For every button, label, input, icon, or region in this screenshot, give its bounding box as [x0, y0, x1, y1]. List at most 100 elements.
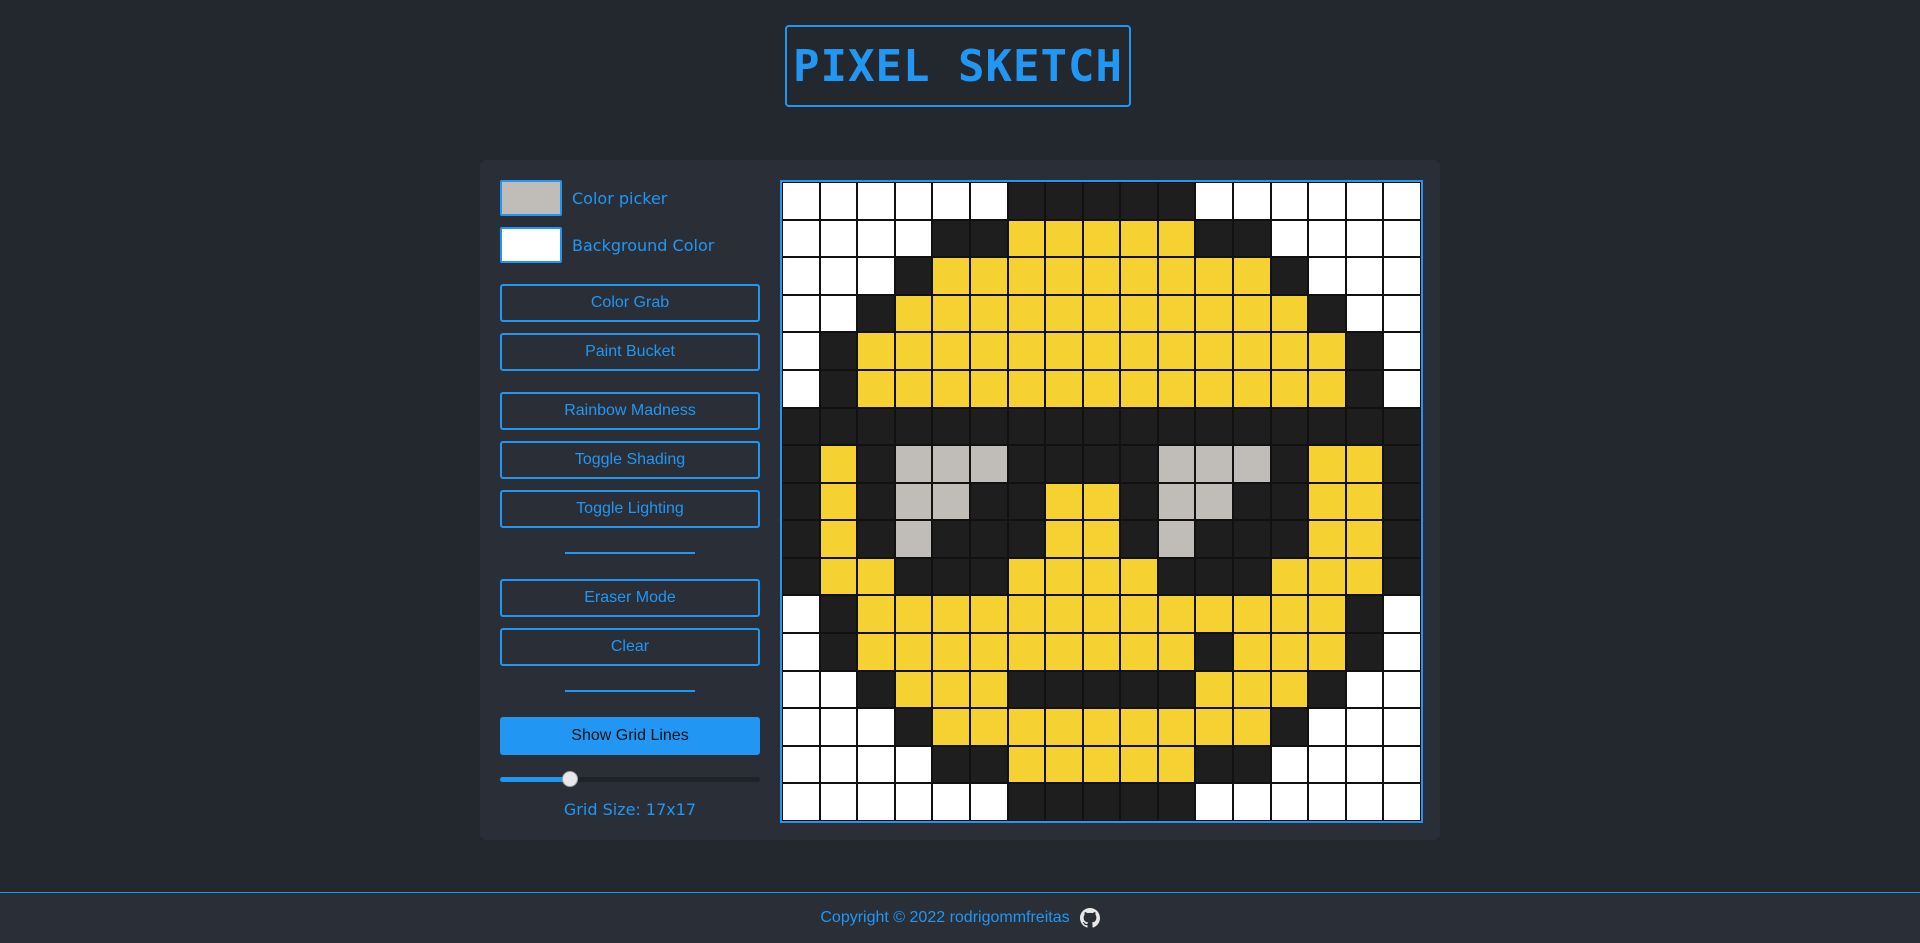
eraser-mode-button[interactable]: Eraser Mode: [500, 579, 760, 617]
grid-cell[interactable]: [1045, 294, 1083, 333]
grid-cell[interactable]: [1007, 595, 1046, 634]
grid-cell[interactable]: [1007, 670, 1046, 709]
toggle-lighting-button[interactable]: Toggle Lighting: [500, 490, 760, 528]
color-grab-button[interactable]: Color Grab: [500, 284, 760, 322]
grid-cell[interactable]: [782, 257, 820, 295]
grid-cell[interactable]: [1345, 219, 1384, 258]
grid-cell[interactable]: [857, 332, 895, 370]
grid-cell[interactable]: [969, 407, 1008, 446]
grid-cell[interactable]: [1007, 294, 1046, 333]
grid-cell[interactable]: [782, 520, 820, 558]
rainbow-madness-button[interactable]: Rainbow Madness: [500, 392, 760, 430]
grid-cell[interactable]: [819, 708, 858, 746]
grid-cell[interactable]: [1082, 633, 1121, 671]
grid-cell[interactable]: [1045, 219, 1083, 258]
grid-cell[interactable]: [969, 745, 1008, 784]
grid-cell[interactable]: [819, 595, 858, 634]
grid-cell[interactable]: [857, 257, 895, 295]
grid-cell[interactable]: [894, 520, 933, 558]
grid-cell[interactable]: [1383, 670, 1421, 709]
grid-cell[interactable]: [782, 369, 820, 408]
grid-cell[interactable]: [932, 745, 970, 784]
grid-cell[interactable]: [894, 445, 933, 483]
grid-cell[interactable]: [894, 595, 933, 634]
grid-cell[interactable]: [1308, 294, 1346, 333]
grid-cell[interactable]: [1308, 783, 1346, 821]
grid-cell[interactable]: [894, 745, 933, 784]
grid-cell[interactable]: [1383, 369, 1421, 408]
grid-cell[interactable]: [1383, 219, 1421, 258]
grid-cell[interactable]: [857, 783, 895, 821]
grid-cell[interactable]: [1120, 257, 1158, 295]
grid-cell[interactable]: [1308, 520, 1346, 558]
grid-cell[interactable]: [932, 182, 970, 220]
grid-cell[interactable]: [1345, 257, 1384, 295]
grid-cell[interactable]: [857, 520, 895, 558]
grid-cell[interactable]: [1308, 257, 1346, 295]
grid-cell[interactable]: [1383, 708, 1421, 746]
grid-cell[interactable]: [1195, 332, 1234, 370]
grid-cell[interactable]: [894, 557, 933, 596]
grid-cell[interactable]: [1120, 783, 1158, 821]
grid-cell[interactable]: [1157, 294, 1196, 333]
grid-cell[interactable]: [1308, 182, 1346, 220]
grid-cell[interactable]: [1082, 257, 1121, 295]
grid-cell[interactable]: [1308, 633, 1346, 671]
grid-cell[interactable]: [1233, 182, 1271, 220]
grid-cell[interactable]: [1308, 332, 1346, 370]
grid-cell[interactable]: [1308, 670, 1346, 709]
grid-cell[interactable]: [932, 332, 970, 370]
grid-cell[interactable]: [1007, 745, 1046, 784]
grid-cell[interactable]: [894, 633, 933, 671]
grid-cell[interactable]: [1270, 557, 1309, 596]
grid-cell[interactable]: [1233, 670, 1271, 709]
grid-cell[interactable]: [819, 633, 858, 671]
grid-cell[interactable]: [1233, 633, 1271, 671]
grid-cell[interactable]: [1120, 332, 1158, 370]
grid-cell[interactable]: [1007, 407, 1046, 446]
grid-cell[interactable]: [932, 257, 970, 295]
grid-cell[interactable]: [857, 595, 895, 634]
grid-cell[interactable]: [1157, 482, 1196, 521]
grid-cell[interactable]: [1270, 369, 1309, 408]
grid-cell[interactable]: [1383, 520, 1421, 558]
sketch-canvas[interactable]: [780, 180, 1423, 823]
grid-cell[interactable]: [1045, 369, 1083, 408]
grid-cell[interactable]: [969, 708, 1008, 746]
clear-button[interactable]: Clear: [500, 628, 760, 666]
toggle-shading-button[interactable]: Toggle Shading: [500, 441, 760, 479]
paint-bucket-button[interactable]: Paint Bucket: [500, 333, 760, 371]
grid-cell[interactable]: [1383, 294, 1421, 333]
grid-cell[interactable]: [1007, 783, 1046, 821]
grid-cell[interactable]: [1270, 595, 1309, 634]
grid-cell[interactable]: [1082, 407, 1121, 446]
pixel-grid[interactable]: [782, 182, 1421, 821]
grid-cell[interactable]: [1157, 257, 1196, 295]
grid-cell[interactable]: [1120, 708, 1158, 746]
grid-cell[interactable]: [1007, 445, 1046, 483]
grid-cell[interactable]: [894, 219, 933, 258]
grid-cell[interactable]: [1233, 557, 1271, 596]
grid-cell[interactable]: [1195, 219, 1234, 258]
grid-cell[interactable]: [1007, 257, 1046, 295]
grid-cell[interactable]: [1157, 182, 1196, 220]
grid-cell[interactable]: [1045, 257, 1083, 295]
grid-cell[interactable]: [1383, 482, 1421, 521]
grid-cell[interactable]: [1383, 633, 1421, 671]
grid-cell[interactable]: [1270, 219, 1309, 258]
grid-cell[interactable]: [1233, 708, 1271, 746]
grid-cell[interactable]: [1082, 445, 1121, 483]
grid-cell[interactable]: [1345, 369, 1384, 408]
grid-cell[interactable]: [894, 482, 933, 521]
grid-cell[interactable]: [969, 332, 1008, 370]
grid-cell[interactable]: [1157, 708, 1196, 746]
grid-cell[interactable]: [1195, 445, 1234, 483]
grid-cell[interactable]: [1383, 783, 1421, 821]
grid-cell[interactable]: [1195, 557, 1234, 596]
grid-cell[interactable]: [1233, 445, 1271, 483]
grid-cell[interactable]: [1270, 294, 1309, 333]
grid-cell[interactable]: [969, 595, 1008, 634]
grid-cell[interactable]: [1345, 520, 1384, 558]
grid-cell[interactable]: [819, 557, 858, 596]
grid-cell[interactable]: [1383, 557, 1421, 596]
